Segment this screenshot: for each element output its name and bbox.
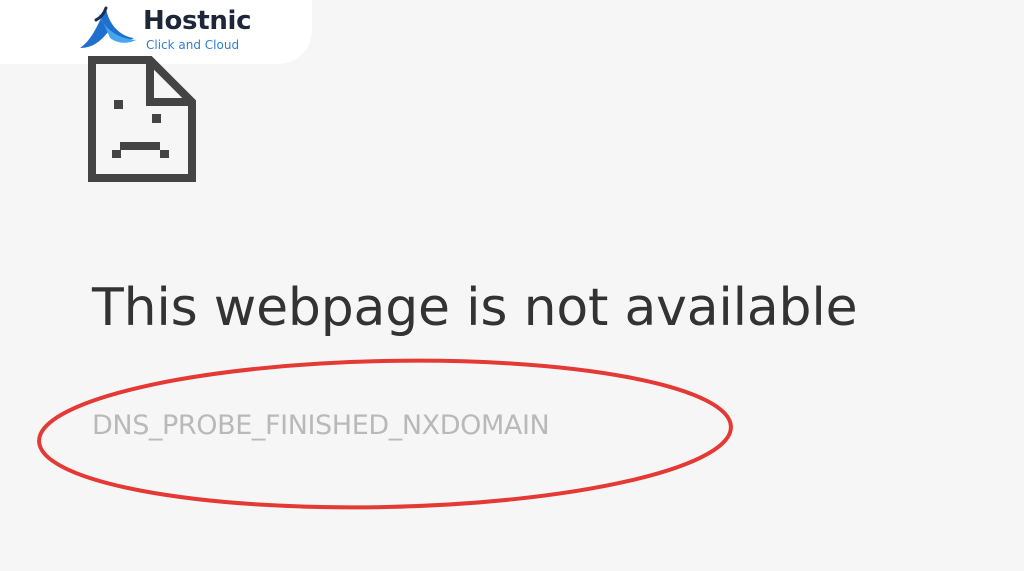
logo-name: Hostnic	[143, 6, 252, 36]
sad-page-icon	[88, 56, 196, 182]
highlight-ellipse	[37, 358, 733, 510]
logo-tagline: Click and Cloud	[146, 38, 240, 52]
wave-swoosh-icon	[80, 6, 136, 48]
logo-panel: Hostnic Click and Cloud	[0, 0, 312, 64]
error-title: This webpage is not available	[92, 278, 858, 338]
